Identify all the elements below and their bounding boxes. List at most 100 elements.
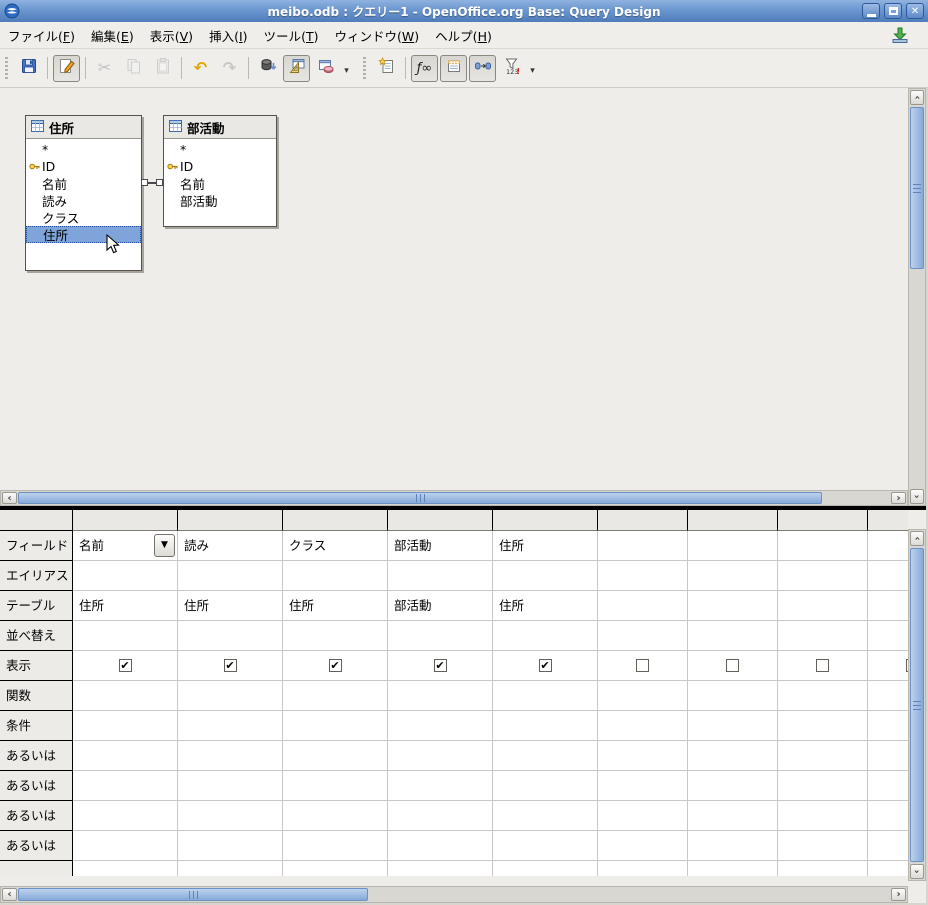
grid-cell-or[interactable] [283, 831, 388, 861]
grid-cell-or[interactable] [178, 771, 283, 801]
design-pane-horizontal-scrollbar[interactable]: ‹ › [0, 490, 908, 506]
grid-cell-table[interactable] [868, 591, 908, 621]
grid-column-header[interactable] [178, 510, 283, 531]
grid-cell-visible[interactable]: ✔ [493, 651, 598, 681]
grid-cell-or[interactable] [493, 831, 598, 861]
scroll-left-button[interactable]: ‹ [2, 492, 17, 504]
grid-cell-visible[interactable] [688, 651, 778, 681]
field-dropdown-button[interactable]: ▼ [154, 534, 175, 557]
paste-button[interactable] [149, 55, 176, 82]
grid-cell-criterion[interactable] [868, 711, 908, 741]
grid-cell-or[interactable] [178, 831, 283, 861]
grid-cell-or[interactable] [688, 771, 778, 801]
add-table-button[interactable] [373, 55, 400, 82]
grid-column-header[interactable] [283, 510, 388, 531]
table-window[interactable]: 部活動 *ID名前部活動 [163, 115, 277, 227]
field-item[interactable]: 読み [26, 192, 141, 209]
design-pane-vertical-scrollbar[interactable]: ‹ ‹ [908, 88, 926, 506]
field-item[interactable]: * [26, 141, 141, 158]
toolbar-more-button[interactable]: ▾ [526, 55, 539, 82]
field-item[interactable]: ID [26, 158, 141, 175]
grid-cell-function[interactable] [283, 681, 388, 711]
grid-cell-criterion[interactable] [688, 711, 778, 741]
grid-column-header[interactable] [388, 510, 493, 531]
grid-cell-or[interactable] [778, 741, 868, 771]
grid-cell-or[interactable] [388, 801, 493, 831]
grid-cell-visible[interactable]: ✔ [283, 651, 388, 681]
grid-cell-or[interactable] [283, 771, 388, 801]
field-item[interactable]: クラス [26, 209, 141, 226]
scroll-up-button[interactable]: ‹ [910, 531, 924, 546]
grid-cell-criterion[interactable] [778, 711, 868, 741]
grid-cell-table[interactable]: 住所 [283, 591, 388, 621]
grid-cell-or[interactable] [598, 831, 688, 861]
grid-cell-or[interactable] [868, 771, 908, 801]
grid-cell-field[interactable]: 住所 [493, 531, 598, 561]
grid-cell-or[interactable] [493, 771, 598, 801]
close-button[interactable]: ✕ [906, 3, 924, 19]
scroll-right-button[interactable]: › [891, 492, 906, 504]
grid-cell-or[interactable] [688, 741, 778, 771]
grid-cell-or[interactable] [598, 771, 688, 801]
scroll-left-button[interactable]: ‹ [2, 888, 17, 901]
grid-cell-or[interactable] [778, 801, 868, 831]
grid-cell-or[interactable] [388, 831, 493, 861]
grid-cell-sort[interactable] [388, 621, 493, 651]
grid-cell-or[interactable] [178, 801, 283, 831]
field-item[interactable]: 部活動 [164, 192, 276, 209]
functions-button[interactable]: ƒ∞ [411, 55, 438, 82]
grid-cell-visible[interactable]: ✔ [178, 651, 283, 681]
grid-cell-visible[interactable]: ✔ [388, 651, 493, 681]
grid-cell-or[interactable] [868, 831, 908, 861]
field-item[interactable]: ID [164, 158, 276, 175]
visible-checkbox[interactable]: ✔ [539, 659, 552, 672]
grid-cell-or[interactable] [283, 741, 388, 771]
menu-help[interactable]: ヘルプH [427, 22, 500, 49]
visible-checkbox[interactable]: ✔ [224, 659, 237, 672]
grid-cell-visible[interactable] [868, 651, 908, 681]
menu-insert[interactable]: 挿入I [201, 22, 255, 49]
scrollbar-thumb[interactable] [910, 107, 924, 269]
grid-cell-empty[interactable] [493, 861, 598, 876]
grid-cell-alias[interactable] [388, 561, 493, 591]
grid-cell-table[interactable] [598, 591, 688, 621]
table-design-area[interactable]: 住所 *ID名前読みクラス住所 部活動 *ID名前部活動 [0, 88, 908, 490]
grid-cell-or[interactable] [868, 741, 908, 771]
maximize-button[interactable] [884, 3, 902, 19]
grid-horizontal-scrollbar[interactable]: ‹ › [0, 886, 908, 903]
grid-cell-or[interactable] [178, 741, 283, 771]
grid-cell-sort[interactable] [598, 621, 688, 651]
grid-cell-table[interactable] [688, 591, 778, 621]
grid-cell-function[interactable] [493, 681, 598, 711]
edit-data-button[interactable] [53, 55, 80, 82]
grid-cell-alias[interactable] [178, 561, 283, 591]
grid-cell-field[interactable]: 部活動 [388, 531, 493, 561]
grid-cell-criterion[interactable] [73, 711, 178, 741]
join-endpoint[interactable] [156, 179, 163, 186]
menu-window[interactable]: ウィンドウW [326, 22, 427, 49]
grid-cell-or[interactable] [73, 741, 178, 771]
grid-cell-or[interactable] [73, 771, 178, 801]
grid-cell-or[interactable] [778, 831, 868, 861]
grid-cell-function[interactable] [688, 681, 778, 711]
grid-cell-criterion[interactable] [598, 711, 688, 741]
scrollbar-thumb[interactable] [18, 492, 822, 504]
grid-cell-sort[interactable] [778, 621, 868, 651]
grid-cell-visible[interactable]: ✔ [73, 651, 178, 681]
alias-button[interactable] [469, 55, 496, 82]
toolbar-grip[interactable] [5, 57, 8, 79]
visible-checkbox[interactable] [726, 659, 739, 672]
grid-cell-or[interactable] [73, 801, 178, 831]
grid-cell-empty[interactable] [388, 861, 493, 876]
grid-cell-field[interactable]: クラス [283, 531, 388, 561]
toolbar-grip[interactable] [363, 57, 366, 79]
grid-cell-or[interactable] [493, 801, 598, 831]
visible-checkbox[interactable]: ✔ [119, 659, 132, 672]
grid-cell-function[interactable] [388, 681, 493, 711]
visible-checkbox[interactable] [636, 659, 649, 672]
clear-query-button[interactable] [312, 55, 339, 82]
minimize-button[interactable] [862, 3, 880, 19]
distinct-values-button[interactable]: 123! [498, 55, 525, 82]
grid-cell-sort[interactable] [493, 621, 598, 651]
run-query-button[interactable] [254, 55, 281, 82]
